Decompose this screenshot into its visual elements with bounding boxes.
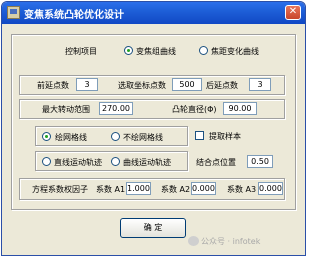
a2-input[interactable]: 0.000	[191, 182, 216, 195]
extract-sample-label[interactable]: 提取样本	[209, 131, 241, 142]
title-bar[interactable]: 变焦系统凸轮优化设计 ✕	[2, 2, 305, 24]
a1-input[interactable]: 1.000	[126, 182, 151, 195]
radio-focal-curve-label[interactable]: 焦距变化曲线	[211, 46, 259, 57]
dialog-window: 变焦系统凸轮优化设计 ✕ 控制项目 变焦组曲线 焦距变化曲线 前延点数 3 选取…	[1, 1, 306, 256]
coeffs-label: 方程系数权因子	[32, 185, 88, 194]
radio-no-grid-label[interactable]: 不绘网格线	[123, 132, 163, 143]
a1-label: 系数 A1	[96, 185, 126, 194]
radio-curve-motion-label[interactable]: 曲线运动轨迹	[123, 157, 171, 168]
max-rotation-label: 最大转动范围	[42, 105, 90, 114]
back-ext-input[interactable]: 3	[249, 78, 271, 91]
extract-sample-checkbox[interactable]	[195, 131, 204, 140]
sample-label: 选取坐标点数	[118, 81, 166, 90]
front-ext-input[interactable]: 3	[76, 78, 98, 91]
wechat-icon	[188, 236, 199, 246]
cam-diameter-label: 凸轮直径(Φ)	[172, 105, 217, 114]
a2-label: 系数 A2	[161, 185, 191, 194]
junction-label: 结合点位置	[196, 158, 236, 167]
radio-curve-motion[interactable]	[111, 157, 120, 166]
app-icon	[7, 6, 20, 19]
radio-focal-curve[interactable]	[199, 46, 208, 55]
control-label: 控制项目	[65, 47, 97, 56]
cam-diameter-input[interactable]: 90.00	[223, 102, 257, 115]
radio-zoom-curve[interactable]	[124, 46, 133, 55]
radio-zoom-curve-label[interactable]: 变焦组曲线	[136, 46, 176, 57]
radio-draw-grid[interactable]	[42, 132, 51, 141]
radio-no-grid[interactable]	[111, 132, 120, 141]
junction-input[interactable]: 0.50	[247, 155, 273, 168]
ok-button[interactable]: 确 定	[120, 218, 186, 238]
close-button[interactable]: ✕	[285, 5, 301, 20]
max-rotation-input[interactable]: 270.00	[99, 102, 133, 115]
back-ext-label: 后延点数	[206, 81, 238, 90]
window-title: 变焦系统凸轮优化设计	[24, 10, 124, 21]
front-ext-label: 前延点数	[37, 81, 69, 90]
radio-draw-grid-label[interactable]: 绘网格线	[55, 132, 87, 143]
a3-input[interactable]: 0.000	[258, 182, 283, 195]
radio-linear-motion[interactable]	[42, 157, 51, 166]
radio-linear-motion-label[interactable]: 直线运动轨迹	[54, 157, 102, 168]
sample-input[interactable]: 500	[172, 78, 202, 91]
watermark: 公众号 · infotek	[201, 237, 261, 246]
a3-label: 系数 A3	[227, 185, 257, 194]
